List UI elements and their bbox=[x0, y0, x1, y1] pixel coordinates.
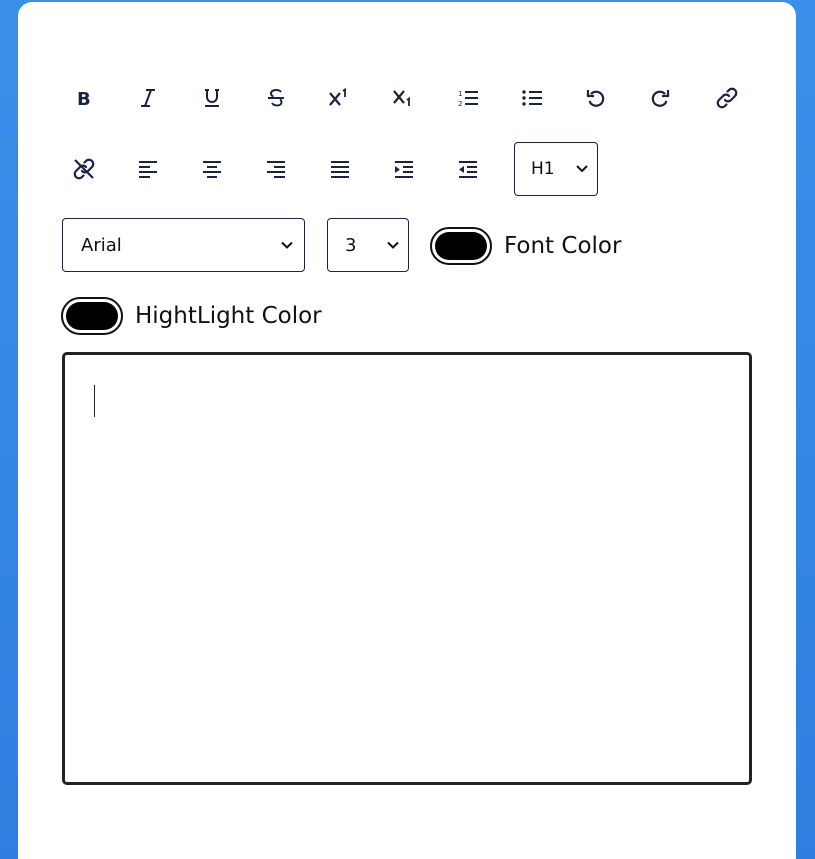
highlight-color-label: HightLight Color bbox=[135, 303, 322, 329]
underline-button[interactable] bbox=[192, 78, 232, 118]
undo-button[interactable] bbox=[576, 78, 616, 118]
font-size-value: 3 bbox=[345, 234, 357, 256]
outdent-icon bbox=[458, 160, 478, 178]
undo-icon bbox=[586, 88, 606, 108]
outdent-button[interactable] bbox=[448, 149, 488, 189]
svg-text:B: B bbox=[77, 89, 91, 108]
font-color-swatch[interactable] bbox=[430, 227, 492, 265]
ordered-list-button[interactable]: 12 bbox=[448, 78, 488, 118]
chevron-down-icon bbox=[575, 159, 589, 179]
strikethrough-button[interactable] bbox=[256, 78, 296, 118]
unordered-list-icon bbox=[521, 88, 543, 108]
align-left-icon bbox=[138, 160, 158, 178]
unlink-icon bbox=[72, 158, 96, 180]
font-color-label: Font Color bbox=[504, 233, 622, 259]
bold-button[interactable]: B bbox=[64, 78, 104, 118]
bold-icon: B bbox=[74, 88, 94, 108]
unordered-list-button[interactable] bbox=[512, 78, 552, 118]
align-right-icon bbox=[266, 160, 286, 178]
font-size-select[interactable]: 3 bbox=[327, 218, 409, 272]
chevron-down-icon bbox=[280, 235, 294, 256]
superscript-icon bbox=[328, 88, 352, 108]
indent-icon bbox=[394, 160, 414, 178]
align-left-button[interactable] bbox=[128, 149, 168, 189]
font-color-control: Font Color bbox=[430, 227, 621, 265]
link-icon bbox=[715, 87, 739, 109]
text-caret bbox=[94, 385, 95, 417]
italic-icon bbox=[138, 88, 158, 108]
superscript-button[interactable] bbox=[320, 78, 360, 118]
italic-button[interactable] bbox=[128, 78, 168, 118]
underline-icon bbox=[202, 88, 222, 108]
justify-icon bbox=[330, 160, 350, 178]
redo-icon bbox=[650, 88, 670, 108]
redo-button[interactable] bbox=[640, 78, 680, 118]
align-center-button[interactable] bbox=[192, 149, 232, 189]
justify-button[interactable] bbox=[320, 149, 360, 189]
font-family-select[interactable]: Arial bbox=[62, 218, 305, 272]
highlight-color-swatch[interactable] bbox=[61, 297, 123, 335]
heading-select-value: H1 bbox=[531, 159, 555, 179]
indent-button[interactable] bbox=[384, 149, 424, 189]
ordered-list-icon: 12 bbox=[457, 88, 479, 108]
editor-card: B 12 H1 Arial 3 Font Color HightLight Co… bbox=[18, 2, 796, 859]
chevron-down-icon bbox=[386, 235, 400, 256]
strikethrough-icon bbox=[266, 88, 286, 108]
subscript-button[interactable] bbox=[384, 78, 424, 118]
unlink-button[interactable] bbox=[64, 149, 104, 189]
link-button[interactable] bbox=[707, 78, 747, 118]
align-right-button[interactable] bbox=[256, 149, 296, 189]
font-family-value: Arial bbox=[81, 234, 122, 256]
highlight-color-control: HightLight Color bbox=[61, 297, 322, 335]
svg-text:2: 2 bbox=[458, 100, 462, 108]
editor-content-area[interactable] bbox=[62, 352, 752, 785]
subscript-icon bbox=[392, 88, 416, 108]
font-color-fill bbox=[435, 232, 487, 260]
highlight-color-fill bbox=[66, 302, 118, 330]
svg-text:1: 1 bbox=[458, 90, 462, 98]
align-center-icon bbox=[202, 160, 222, 178]
heading-select[interactable]: H1 bbox=[514, 142, 598, 196]
